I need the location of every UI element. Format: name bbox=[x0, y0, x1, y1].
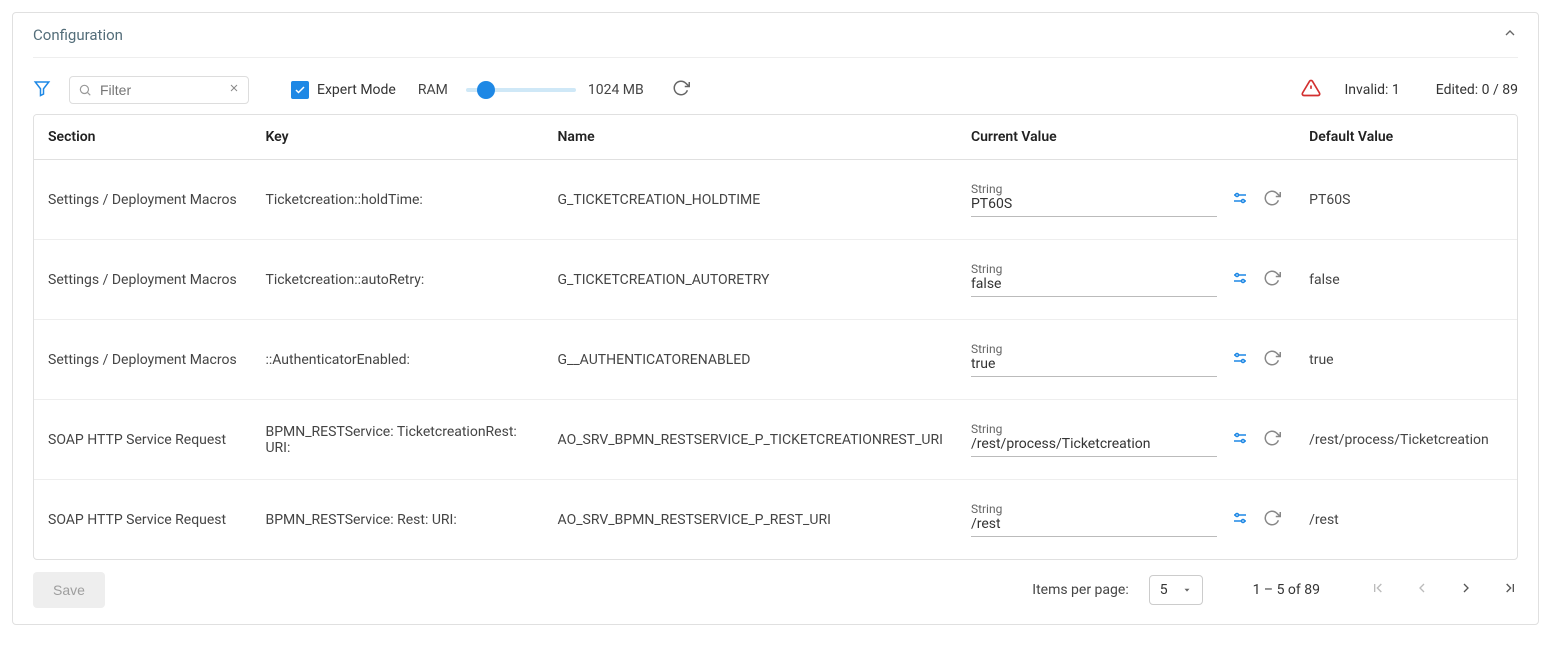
column-key[interactable]: Key bbox=[251, 115, 543, 160]
panel-title: Configuration bbox=[33, 26, 123, 44]
expert-mode-label: Expert Mode bbox=[317, 82, 396, 98]
cell-name: AO_SRV_BPMN_RESTSERVICE_P_REST_URI bbox=[544, 480, 957, 560]
ram-slider-thumb[interactable] bbox=[477, 81, 495, 99]
column-value[interactable]: Current Value bbox=[957, 115, 1295, 160]
next-page-icon[interactable] bbox=[1458, 580, 1474, 600]
page-size-value: 5 bbox=[1160, 582, 1168, 598]
cell-value: String PT60S bbox=[957, 160, 1295, 240]
expert-mode-toggle[interactable]: Expert Mode bbox=[291, 81, 396, 99]
filter-toggle-icon[interactable] bbox=[33, 79, 51, 101]
ram-label: RAM bbox=[418, 82, 448, 98]
settings-icon[interactable] bbox=[1231, 509, 1249, 531]
search-icon bbox=[78, 83, 92, 97]
cell-value: String /rest/process/Ticketcreation bbox=[957, 400, 1295, 480]
settings-icon[interactable] bbox=[1231, 429, 1249, 451]
cell-name: G_TICKETCREATION_AUTORETRY bbox=[544, 240, 957, 320]
page-size-label: Items per page: bbox=[1032, 582, 1128, 598]
cell-default: /rest bbox=[1295, 480, 1517, 560]
cell-key: BPMN_RESTService: TicketcreationRest: UR… bbox=[251, 400, 543, 480]
invalid-count: Invalid: 1 bbox=[1345, 82, 1400, 98]
cell-default: PT60S bbox=[1295, 160, 1517, 240]
table-row: SOAP HTTP Service Request BPMN_RESTServi… bbox=[34, 400, 1517, 480]
cell-section: Settings / Deployment Macros bbox=[34, 320, 251, 400]
configuration-panel: Configuration Expert Mode RAM 102 bbox=[12, 12, 1539, 625]
filter-input-box[interactable] bbox=[69, 76, 249, 104]
settings-icon[interactable] bbox=[1231, 189, 1249, 211]
cell-default: true bbox=[1295, 320, 1517, 400]
column-section[interactable]: Section bbox=[34, 115, 251, 160]
table-row: Settings / Deployment Macros Ticketcreat… bbox=[34, 160, 1517, 240]
cell-name: G__AUTHENTICATORENABLED bbox=[544, 320, 957, 400]
value-input[interactable]: String /rest bbox=[971, 502, 1217, 537]
chevron-down-icon bbox=[1182, 585, 1192, 595]
column-default[interactable]: Default Value bbox=[1295, 115, 1517, 160]
save-button[interactable]: Save bbox=[33, 572, 105, 608]
cell-key: ::AuthenticatorEnabled: bbox=[251, 320, 543, 400]
page-size-select[interactable]: 5 bbox=[1149, 575, 1203, 605]
edited-count: Edited: 0 / 89 bbox=[1436, 82, 1518, 98]
pager-icons bbox=[1370, 580, 1518, 600]
collapse-icon[interactable] bbox=[1502, 25, 1518, 45]
cell-value: String false bbox=[957, 240, 1295, 320]
table-row: Settings / Deployment Macros Ticketcreat… bbox=[34, 240, 1517, 320]
clear-filter-icon[interactable] bbox=[228, 82, 240, 98]
cell-section: Settings / Deployment Macros bbox=[34, 240, 251, 320]
reset-icon[interactable] bbox=[1263, 429, 1281, 451]
prev-page-icon[interactable] bbox=[1414, 580, 1430, 600]
reset-icon[interactable] bbox=[1263, 349, 1281, 371]
ram-value: 1024 MB bbox=[588, 82, 644, 98]
cell-section: SOAP HTTP Service Request bbox=[34, 400, 251, 480]
toolbar: Expert Mode RAM 1024 MB Invalid: 1 Edite… bbox=[33, 58, 1518, 114]
page-range: 1 – 5 of 89 bbox=[1253, 582, 1320, 598]
cell-key: Ticketcreation::autoRetry: bbox=[251, 240, 543, 320]
ram-slider-wrap: 1024 MB bbox=[466, 82, 644, 98]
reset-icon[interactable] bbox=[1263, 509, 1281, 531]
footer: Save Items per page: 5 1 – 5 of 89 bbox=[33, 560, 1518, 612]
cell-default: false bbox=[1295, 240, 1517, 320]
filter-input[interactable] bbox=[98, 81, 222, 99]
cell-key: BPMN_RESTService: Rest: URI: bbox=[251, 480, 543, 560]
value-input[interactable]: String /rest/process/Ticketcreation bbox=[971, 422, 1217, 457]
value-input[interactable]: String false bbox=[971, 262, 1217, 297]
cell-key: Ticketcreation::holdTime: bbox=[251, 160, 543, 240]
value-input[interactable]: String PT60S bbox=[971, 182, 1217, 217]
table-row: SOAP HTTP Service Request BPMN_RESTServi… bbox=[34, 480, 1517, 560]
cell-name: AO_SRV_BPMN_RESTSERVICE_P_TICKETCREATION… bbox=[544, 400, 957, 480]
reset-icon[interactable] bbox=[1263, 189, 1281, 211]
cell-section: SOAP HTTP Service Request bbox=[34, 480, 251, 560]
settings-icon[interactable] bbox=[1231, 269, 1249, 291]
cell-default: /rest/process/Ticketcreation bbox=[1295, 400, 1517, 480]
reset-icon[interactable] bbox=[1263, 269, 1281, 291]
table-row: Settings / Deployment Macros ::Authentic… bbox=[34, 320, 1517, 400]
value-input[interactable]: String true bbox=[971, 342, 1217, 377]
refresh-icon[interactable] bbox=[672, 79, 690, 101]
first-page-icon[interactable] bbox=[1370, 580, 1386, 600]
column-name[interactable]: Name bbox=[544, 115, 957, 160]
config-table: Section Key Name Current Value Default V… bbox=[33, 114, 1518, 560]
cell-value: String /rest bbox=[957, 480, 1295, 560]
cell-section: Settings / Deployment Macros bbox=[34, 160, 251, 240]
cell-value: String true bbox=[957, 320, 1295, 400]
ram-slider[interactable] bbox=[466, 88, 576, 92]
checkbox-icon bbox=[291, 81, 309, 99]
panel-header: Configuration bbox=[33, 25, 1518, 58]
warning-icon bbox=[1301, 78, 1321, 102]
last-page-icon[interactable] bbox=[1502, 580, 1518, 600]
cell-name: G_TICKETCREATION_HOLDTIME bbox=[544, 160, 957, 240]
settings-icon[interactable] bbox=[1231, 349, 1249, 371]
